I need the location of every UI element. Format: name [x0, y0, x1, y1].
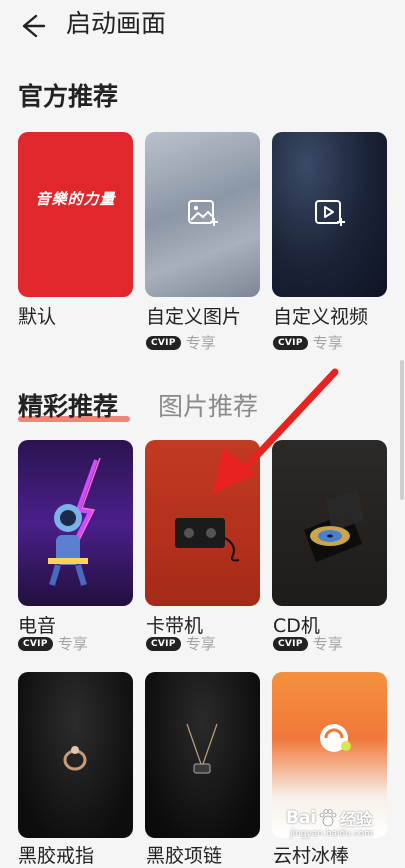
vip-icon: CVIP	[273, 336, 308, 350]
vip-text: 专享	[57, 635, 88, 653]
vinyl-necklace-card[interactable]	[145, 672, 260, 838]
add-video-icon	[315, 200, 345, 226]
cd-player-vip-badge: CVIP 专享	[273, 635, 343, 653]
electronic-art-image	[48, 457, 101, 586]
electronic-card[interactable]	[18, 440, 133, 606]
watermark-url: jingyan.baidu.com	[290, 829, 374, 839]
vip-icon: CVIP	[273, 637, 308, 651]
add-image-icon	[188, 200, 218, 226]
vip-text: 专享	[185, 635, 216, 653]
default-card-art-text: 音樂的力量	[35, 190, 116, 208]
vip-icon: CVIP	[146, 637, 181, 651]
tab-picture[interactable]: 图片推荐	[158, 390, 258, 424]
paw-icon	[319, 809, 337, 827]
custom-image-card[interactable]	[145, 132, 260, 297]
vip-text: 专享	[312, 334, 343, 352]
vip-icon: CVIP	[18, 637, 53, 651]
vinyl-necklace-label: 黑胶项链	[146, 845, 223, 867]
watermark-jingyan: 经验	[340, 810, 373, 829]
tab-featured[interactable]: 精彩推荐	[18, 390, 118, 424]
vip-text: 专享	[185, 334, 216, 352]
custom-image-vip-badge: CVIP 专享	[146, 334, 216, 352]
custom-video-label: 自定义视频	[273, 306, 369, 328]
vinyl-ring-image	[63, 746, 87, 771]
watermark-brand: Bai	[286, 808, 317, 828]
default-label: 默认	[18, 306, 57, 328]
cd-player-image	[304, 490, 364, 562]
baidu-watermark: Bai 经验	[286, 806, 372, 830]
official-section-title: 官方推荐	[18, 82, 119, 111]
vip-icon: CVIP	[146, 336, 181, 350]
vinyl-necklace-image	[186, 723, 218, 774]
default-card[interactable]: 音樂的力量	[18, 132, 133, 297]
custom-video-card[interactable]	[272, 132, 387, 297]
vinyl-ring-label: 黑胶戒指	[18, 845, 95, 867]
custom-image-label: 自定义图片	[146, 306, 242, 328]
cassette-card[interactable]	[145, 440, 260, 606]
custom-video-vip-badge: CVIP 专享	[273, 334, 343, 352]
page-title: 启动画面	[66, 9, 167, 38]
electronic-vip-badge: CVIP 专享	[18, 635, 88, 653]
header: 启动画面	[0, 0, 405, 50]
cd-player-card[interactable]	[272, 440, 387, 606]
vinyl-ring-card[interactable]	[18, 672, 133, 838]
popsicle-label: 云村冰棒	[273, 845, 350, 867]
recommend-tabs: 精彩推荐 图片推荐	[18, 390, 398, 430]
vip-text: 专享	[312, 635, 343, 653]
cassette-player-image	[175, 518, 240, 562]
cassette-vip-badge: CVIP 专享	[146, 635, 216, 653]
back-arrow-icon[interactable]	[16, 10, 48, 42]
scrollbar[interactable]	[400, 360, 404, 500]
